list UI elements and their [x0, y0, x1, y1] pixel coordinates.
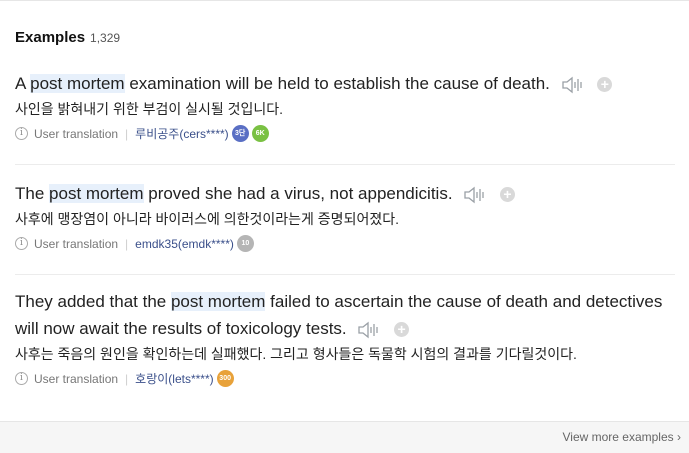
highlighted-term[interactable]: post mortem: [170, 292, 266, 311]
sentence-text: They added that the: [15, 292, 171, 311]
info-icon[interactable]: i: [15, 372, 28, 385]
example-translation-ko: 사후에 맹장염이 아니라 바이러스에 의한것이라는게 증명되어졌다.: [15, 211, 399, 227]
meta-divider: |: [125, 371, 129, 386]
level-badge: 10: [236, 235, 254, 252]
info-icon[interactable]: i: [15, 127, 28, 140]
meta-divider: |: [125, 126, 129, 141]
view-more-label: View more examples: [562, 430, 674, 444]
meta-divider: |: [125, 236, 129, 251]
chevron-right-icon: ›: [677, 430, 681, 444]
examples-count: 1,329: [90, 31, 121, 45]
level-badge: 300: [216, 370, 234, 387]
example-sentence-en: A post mortem examination will be held t…: [15, 70, 675, 97]
highlighted-term[interactable]: post mortem: [49, 184, 144, 203]
speaker-icon[interactable]: [357, 321, 381, 339]
source-label: User translation: [34, 236, 119, 251]
add-to-wordbook-button[interactable]: +: [394, 322, 410, 338]
source-label: User translation: [34, 371, 119, 386]
example-translation-ko: 사인을 밝혀내기 위한 부검이 실시될 것입니다.: [15, 101, 284, 117]
example-meta: i User translation | emdk35(emdk****) 10: [15, 235, 675, 252]
example-item: The post mortem proved she had a virus, …: [15, 164, 675, 252]
example-meta: i User translation | 루비공주(cers****) 3단 6…: [15, 125, 675, 142]
contributor-link[interactable]: 루비공주(cers****): [135, 125, 229, 142]
top-divider: [0, 0, 689, 1]
points-badge: 6K: [251, 125, 269, 142]
examples-header: Examples 1,329: [15, 29, 120, 46]
sentence-text: The: [15, 184, 50, 203]
sentence-text: A: [15, 74, 31, 93]
info-icon[interactable]: i: [15, 237, 28, 250]
sentence-text: examination will be held to establish th…: [124, 74, 550, 93]
highlighted-term[interactable]: post mortem: [30, 74, 125, 93]
contributor-link[interactable]: emdk35(emdk****): [135, 237, 234, 251]
source-label: User translation: [34, 126, 119, 141]
add-to-wordbook-button[interactable]: +: [500, 187, 516, 203]
examples-footer: View more examples ›: [0, 421, 689, 453]
sentence-text: proved she had a virus, not appendicitis…: [143, 184, 453, 203]
example-item: They added that the post mortem failed t…: [15, 274, 675, 387]
example-item: A post mortem examination will be held t…: [15, 70, 675, 142]
example-sentence-en: They added that the post mortem failed t…: [15, 288, 675, 342]
speaker-icon[interactable]: [463, 186, 487, 204]
speaker-icon[interactable]: [561, 76, 585, 94]
contributor-link[interactable]: 호랑이(lets****): [135, 370, 213, 387]
view-more-examples-link[interactable]: View more examples ›: [562, 430, 681, 444]
example-translation-ko: 사후는 죽음의 원인을 확인하는데 실패했다. 그리고 형사들은 독물학 시험의…: [15, 346, 577, 362]
example-sentence-en: The post mortem proved she had a virus, …: [15, 180, 675, 207]
level-badge: 3단: [231, 125, 249, 142]
add-to-wordbook-button[interactable]: +: [597, 77, 613, 93]
examples-title: Examples: [15, 29, 86, 46]
example-meta: i User translation | 호랑이(lets****) 300: [15, 370, 675, 387]
